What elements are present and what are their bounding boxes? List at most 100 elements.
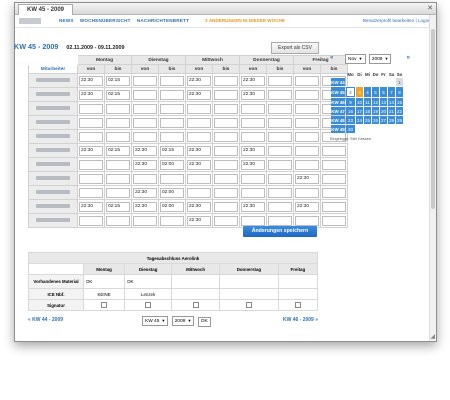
von-time-input[interactable] <box>241 173 265 184</box>
von-time-input[interactable] <box>187 131 211 142</box>
calendar-day[interactable]: 30 <box>346 125 355 133</box>
calendar-day[interactable]: 18 <box>364 107 371 115</box>
calendar-day[interactable]: 14 <box>388 98 395 106</box>
signature-checkbox[interactable] <box>294 301 301 308</box>
von-time-input[interactable] <box>133 215 157 226</box>
calendar-day[interactable]: 6 <box>380 87 387 97</box>
von-time-input[interactable] <box>295 75 319 86</box>
calendar-year-select[interactable]: 2009 ▼ <box>368 54 392 64</box>
year-select[interactable]: 2009 ▼ <box>171 316 195 326</box>
bis-time-input[interactable] <box>268 89 292 100</box>
bis-time-input[interactable]: 02:15 <box>106 201 130 212</box>
bis-time-input[interactable] <box>322 145 346 156</box>
prev-month-icon[interactable]: « <box>330 55 333 61</box>
nav-nachrichtenbrett[interactable]: NACHRICHTENBRETT <box>137 18 189 23</box>
von-time-input[interactable] <box>133 131 157 142</box>
bis-time-input[interactable]: 02:15 <box>160 145 184 156</box>
von-time-input[interactable]: 22:30 <box>295 173 319 184</box>
week-number-link[interactable]: KW 47 <box>331 107 345 115</box>
von-time-input[interactable]: 22:30 <box>241 201 265 212</box>
von-time-input[interactable]: 22:30 <box>79 145 103 156</box>
calendar-day[interactable]: 15 <box>396 98 403 106</box>
calendar-day[interactable]: 21 <box>388 107 395 115</box>
calendar-day[interactable]: 27 <box>380 116 387 124</box>
bis-time-input[interactable] <box>160 173 184 184</box>
calendar-day[interactable]: 5 <box>372 87 379 97</box>
bis-time-input[interactable] <box>106 187 130 198</box>
ok-button[interactable]: OK <box>197 317 211 327</box>
calendar-day[interactable]: 9 <box>346 98 355 106</box>
material-cell[interactable]: OK <box>82 274 126 289</box>
calendar-day[interactable]: 12 <box>372 98 379 106</box>
von-time-input[interactable] <box>295 145 319 156</box>
bis-time-input[interactable] <box>214 75 238 86</box>
bis-time-input[interactable] <box>160 117 184 128</box>
von-time-input[interactable] <box>241 187 265 198</box>
close-icon[interactable]: ✕ <box>427 3 433 14</box>
bis-time-input[interactable] <box>214 159 238 170</box>
bis-time-input[interactable]: 02:15 <box>106 75 130 86</box>
von-time-input[interactable] <box>241 117 265 128</box>
von-time-input[interactable] <box>187 117 211 128</box>
material-cell[interactable] <box>277 274 319 289</box>
calendar-day[interactable]: 17 <box>356 107 363 115</box>
bis-time-input[interactable] <box>160 215 184 226</box>
bis-time-input[interactable] <box>214 201 238 212</box>
material-cell[interactable] <box>219 274 279 289</box>
scrollbar-thumb[interactable] <box>431 29 435 209</box>
resize-grip-icon[interactable]: ◢ <box>430 333 435 340</box>
von-time-input[interactable]: 22:30 <box>241 159 265 170</box>
calendar-day[interactable]: 1 <box>396 78 403 86</box>
bis-time-input[interactable] <box>106 117 130 128</box>
calendar-day[interactable]: 7 <box>388 87 395 97</box>
calendar-day[interactable]: 29 <box>396 116 403 124</box>
calendar-day[interactable]: 19 <box>372 107 379 115</box>
bis-time-input[interactable] <box>268 117 292 128</box>
bis-time-input[interactable]: 02:15 <box>106 89 130 100</box>
bis-time-input[interactable] <box>160 131 184 142</box>
prev-week-link[interactable]: « KW 44 - 2009 <box>28 317 63 323</box>
bis-time-input[interactable] <box>214 131 238 142</box>
ice-cell[interactable]: Lenzek <box>124 288 173 300</box>
von-time-input[interactable]: 22:30 <box>187 201 211 212</box>
bis-time-input[interactable] <box>106 131 130 142</box>
profile-link[interactable]: Benutzerprofil bearbeiten <box>363 18 414 23</box>
von-time-input[interactable]: 22:30 <box>241 75 265 86</box>
bis-time-input[interactable] <box>106 159 130 170</box>
bis-time-input[interactable] <box>160 103 184 114</box>
week-number-link[interactable]: KW 46 <box>331 98 345 106</box>
change-notice[interactable]: 3 ÄNDERUNGEN IN DIESER WOCHE <box>205 15 285 27</box>
von-time-input[interactable] <box>133 89 157 100</box>
ice-cell[interactable]: KEINE <box>82 288 126 300</box>
von-time-input[interactable]: 22:30 <box>133 201 157 212</box>
bis-time-input[interactable] <box>160 89 184 100</box>
bis-time-input[interactable]: 02:00 <box>160 201 184 212</box>
bis-time-input[interactable] <box>322 173 346 184</box>
von-time-input[interactable] <box>79 173 103 184</box>
von-time-input[interactable]: 22:30 <box>133 159 157 170</box>
signature-checkbox[interactable] <box>245 301 252 308</box>
von-time-input[interactable]: 22:30 <box>187 145 211 156</box>
von-time-input[interactable] <box>295 131 319 142</box>
signature-checkbox-cell[interactable] <box>124 299 173 311</box>
bis-time-input[interactable] <box>160 75 184 86</box>
week-number-link[interactable]: KW 44 <box>331 78 345 86</box>
calendar-day[interactable]: 13 <box>380 98 387 106</box>
signature-checkbox-cell[interactable] <box>82 299 126 311</box>
bis-time-input[interactable] <box>214 89 238 100</box>
von-time-input[interactable]: 22:30 <box>133 145 157 156</box>
signature-checkbox[interactable] <box>192 301 199 308</box>
bis-time-input[interactable] <box>268 103 292 114</box>
von-time-input[interactable] <box>133 117 157 128</box>
material-cell[interactable] <box>171 274 221 289</box>
bis-time-input[interactable] <box>322 187 346 198</box>
bis-time-input[interactable] <box>322 215 346 226</box>
bis-time-input[interactable] <box>268 145 292 156</box>
von-time-input[interactable] <box>187 173 211 184</box>
calendar-day[interactable]: 8 <box>396 87 403 97</box>
nav-news[interactable]: NEWS <box>59 18 74 23</box>
von-time-input[interactable]: 22:30 <box>79 75 103 86</box>
von-time-input[interactable] <box>79 131 103 142</box>
signature-checkbox[interactable] <box>145 301 152 308</box>
bis-time-input[interactable] <box>322 159 346 170</box>
